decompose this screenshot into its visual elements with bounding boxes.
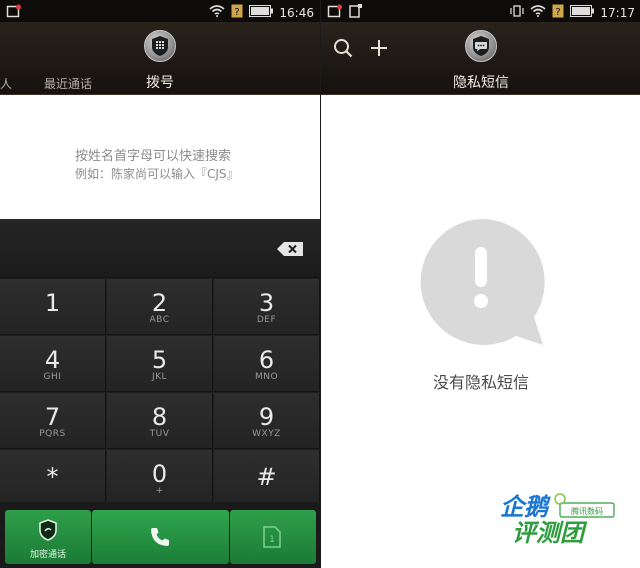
svg-text:评测团: 评测团 xyxy=(512,519,588,547)
add-icon[interactable] xyxy=(369,38,389,62)
key-2[interactable]: 2 ABC xyxy=(107,279,213,335)
tab-recent-calls[interactable]: 最近通话 xyxy=(44,75,92,92)
private-sms-screen: ? 17:17 隐私短信 没有隐私短信 xyxy=(320,0,640,568)
svg-text:企鹅: 企鹅 xyxy=(500,493,551,521)
key-0[interactable]: 0 + xyxy=(107,450,213,506)
secure-shield-icon xyxy=(38,519,58,545)
notification-icon xyxy=(327,3,343,22)
sim-card-icon: 1 xyxy=(262,525,282,553)
key-hash[interactable]: # xyxy=(214,450,320,506)
search-hint-line2: 例如：陈家尚可以输入『CJS』 xyxy=(75,167,239,181)
key-8[interactable]: 8 TUV xyxy=(107,393,213,449)
key-7[interactable]: 7 PQRS xyxy=(0,393,106,449)
svg-text:1: 1 xyxy=(269,535,275,545)
key-3[interactable]: 3 DEF xyxy=(214,279,320,335)
battery-icon xyxy=(249,5,274,20)
key-6[interactable]: 6 MNO xyxy=(214,336,320,392)
no-sim-icon: ? xyxy=(552,4,564,21)
page-title: 拨号 xyxy=(146,75,174,91)
svg-text:?: ? xyxy=(556,7,561,18)
key-5[interactable]: 5 JKL xyxy=(107,336,213,392)
screenshot-comparison: ? 16:46 人 最近通话 拨号 按姓名首字母可以快速搜索 例如：陈家尚可以输… xyxy=(0,0,640,568)
download-icon xyxy=(349,3,363,22)
wifi-icon xyxy=(209,5,225,20)
key-4[interactable]: 4 GHI xyxy=(0,336,106,392)
key-9[interactable]: 9 WXYZ xyxy=(214,393,320,449)
number-input-row[interactable] xyxy=(0,219,320,278)
wifi-icon xyxy=(530,5,546,20)
call-button[interactable] xyxy=(92,510,229,564)
key-star[interactable]: * xyxy=(0,450,106,506)
dialpad: 1 2 ABC 3 DEF 4 GHI 5 JKL 6 MNO 7 PQRS 8 TUV 9W… xyxy=(0,219,320,568)
contacts-tab-partial[interactable]: 人 xyxy=(0,75,12,92)
status-bar: ? 16:46 xyxy=(0,0,320,22)
private-sms-header: 隐私短信 xyxy=(321,22,640,95)
sim-card-button[interactable]: 1 xyxy=(230,510,316,564)
page-title: 隐私短信 xyxy=(453,75,509,91)
svg-text:?: ? xyxy=(235,7,240,18)
status-time: 16:46 xyxy=(279,5,314,20)
empty-state-text: 没有隐私短信 xyxy=(432,373,529,392)
svg-text:腾讯数码: 腾讯数码 xyxy=(571,506,603,516)
backspace-icon[interactable] xyxy=(276,241,304,257)
phone-icon xyxy=(148,525,172,553)
status-time: 17:17 xyxy=(600,5,635,20)
battery-icon xyxy=(570,5,595,20)
private-sms-emblem-icon xyxy=(465,30,497,62)
no-sim-icon: ? xyxy=(231,4,243,21)
key-1[interactable]: 1 xyxy=(0,279,106,335)
dialer-screen: ? 16:46 人 最近通话 拨号 按姓名首字母可以快速搜索 例如：陈家尚可以输… xyxy=(0,0,320,568)
search-icon[interactable] xyxy=(333,38,353,62)
vibrate-icon xyxy=(510,5,525,20)
dialer-action-bar: 加密通话 1 xyxy=(0,502,320,568)
encrypted-call-button[interactable]: 加密通话 xyxy=(5,510,91,564)
status-bar: ? 17:17 xyxy=(321,0,640,22)
search-hint-line1: 按姓名首字母可以快速搜索 xyxy=(75,149,232,164)
empty-state-alert-icon xyxy=(416,217,546,351)
notification-icon xyxy=(6,3,22,22)
encrypted-call-label: 加密通话 xyxy=(29,550,66,560)
site-watermark-logo: 企鹅 评测团 腾讯数码 xyxy=(500,491,620,547)
dialer-header: 人 最近通话 拨号 xyxy=(0,22,320,95)
dialpad-emblem-icon xyxy=(144,30,176,62)
